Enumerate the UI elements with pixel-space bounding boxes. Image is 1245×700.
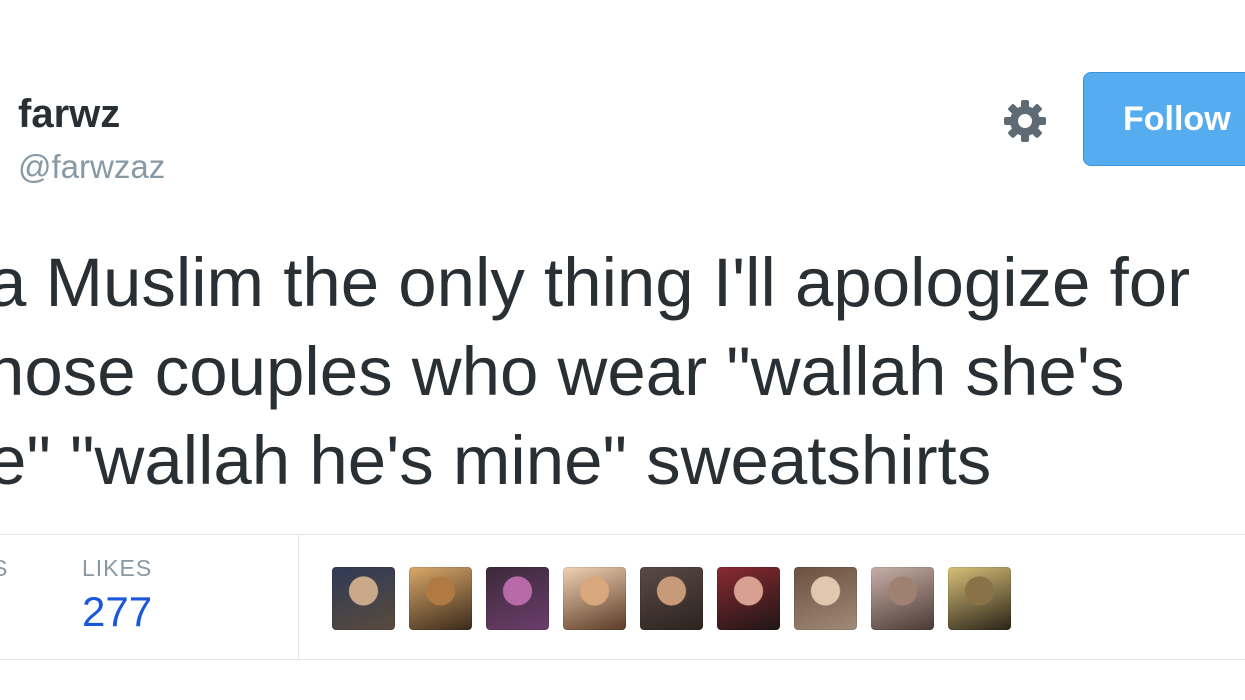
- liker-avatar[interactable]: [948, 567, 1011, 630]
- tweet-text-line-3: e" "wallah he's mine" sweatshirts: [0, 422, 992, 499]
- liker-avatar[interactable]: [794, 567, 857, 630]
- follow-button[interactable]: Follow: [1083, 72, 1245, 166]
- liker-avatar[interactable]: [640, 567, 703, 630]
- liker-avatar[interactable]: [332, 567, 395, 630]
- tweet-stats-bar: S LIKES 277: [0, 534, 1245, 660]
- tweet-text-line-1: a Muslim the only thing I'll apologize f…: [0, 244, 1191, 321]
- liker-avatar[interactable]: [871, 567, 934, 630]
- stats-divider: [298, 535, 299, 659]
- likes-count[interactable]: 277: [82, 588, 152, 636]
- liker-avatar[interactable]: [409, 567, 472, 630]
- likes-stat[interactable]: LIKES 277: [82, 555, 152, 636]
- display-name[interactable]: farwz: [18, 92, 120, 137]
- liker-avatar[interactable]: [486, 567, 549, 630]
- user-handle[interactable]: @farwzaz: [18, 148, 165, 186]
- tweet-text-line-2: hose couples who wear "wallah she's: [0, 333, 1125, 410]
- gear-icon[interactable]: [1000, 96, 1050, 146]
- tweet-card: farwz @farwzaz Follow a Muslim the only …: [0, 0, 1245, 700]
- likes-label: LIKES: [82, 555, 153, 581]
- liker-avatar[interactable]: [563, 567, 626, 630]
- liker-avatar[interactable]: [717, 567, 780, 630]
- page-bottom: [0, 660, 1245, 700]
- retweets-label-fragment: S: [0, 555, 8, 582]
- liker-avatars: [332, 567, 1011, 630]
